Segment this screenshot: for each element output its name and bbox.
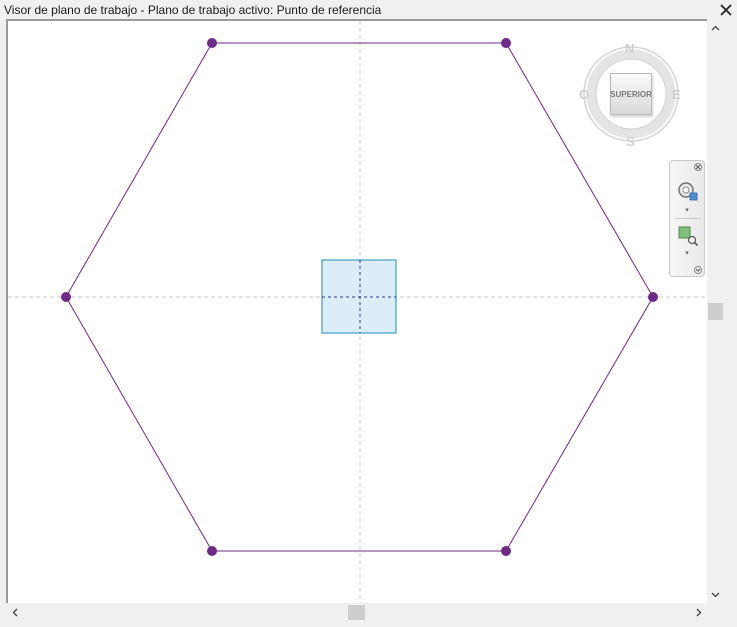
- window-title: Visor de plano de trabajo - Plano de tra…: [4, 3, 382, 17]
- close-icon: [695, 164, 701, 170]
- close-icon: [720, 4, 732, 16]
- vertical-scrollbar[interactable]: [707, 19, 724, 603]
- hexagon-vertex[interactable]: [501, 546, 511, 556]
- chevron-left-icon: [12, 608, 17, 617]
- hexagon-vertex[interactable]: [61, 292, 71, 302]
- compass-east[interactable]: E: [672, 87, 681, 102]
- navbar-options-button[interactable]: [694, 266, 702, 274]
- vertical-scroll-thumb[interactable]: [708, 303, 723, 320]
- window-titlebar: Visor de plano de trabajo - Plano de tra…: [0, 0, 737, 19]
- steering-wheel-dropdown[interactable]: ▾: [682, 207, 692, 215]
- close-button[interactable]: [717, 1, 735, 19]
- scroll-left-button[interactable]: [8, 606, 21, 619]
- viewcube[interactable]: N E S O SUPERIOR: [574, 40, 686, 152]
- horizontal-scrollbar[interactable]: [6, 603, 707, 622]
- hexagon-vertex[interactable]: [501, 38, 511, 48]
- compass-south[interactable]: S: [626, 134, 635, 149]
- compass-north[interactable]: N: [625, 41, 634, 56]
- chevron-right-icon: [696, 608, 701, 617]
- chevron-down-icon: [695, 268, 701, 272]
- scroll-up-button[interactable]: [709, 21, 722, 34]
- navbar-separator: [675, 218, 701, 219]
- hexagon-vertex[interactable]: [207, 38, 217, 48]
- steering-wheel-button[interactable]: [676, 179, 700, 203]
- horizontal-scroll-thumb[interactable]: [348, 605, 365, 620]
- hexagon-vertex[interactable]: [648, 292, 658, 302]
- zoom-region-button[interactable]: [676, 224, 700, 248]
- hexagon-vertex[interactable]: [207, 546, 217, 556]
- compass-west[interactable]: O: [579, 87, 589, 102]
- navbar-close-button[interactable]: [694, 163, 702, 171]
- scroll-right-button[interactable]: [692, 606, 705, 619]
- navigation-bar: ▾ ▾: [669, 160, 705, 277]
- viewcube-top-face[interactable]: SUPERIOR: [610, 73, 652, 115]
- zoom-region-dropdown[interactable]: ▾: [682, 250, 692, 258]
- scroll-down-button[interactable]: [709, 588, 722, 601]
- chevron-down-icon: [711, 592, 720, 597]
- chevron-up-icon: [711, 25, 720, 30]
- scrollbar-corner: [707, 603, 737, 627]
- zoom-region-icon: [678, 226, 699, 247]
- steering-wheel-icon: [678, 182, 698, 201]
